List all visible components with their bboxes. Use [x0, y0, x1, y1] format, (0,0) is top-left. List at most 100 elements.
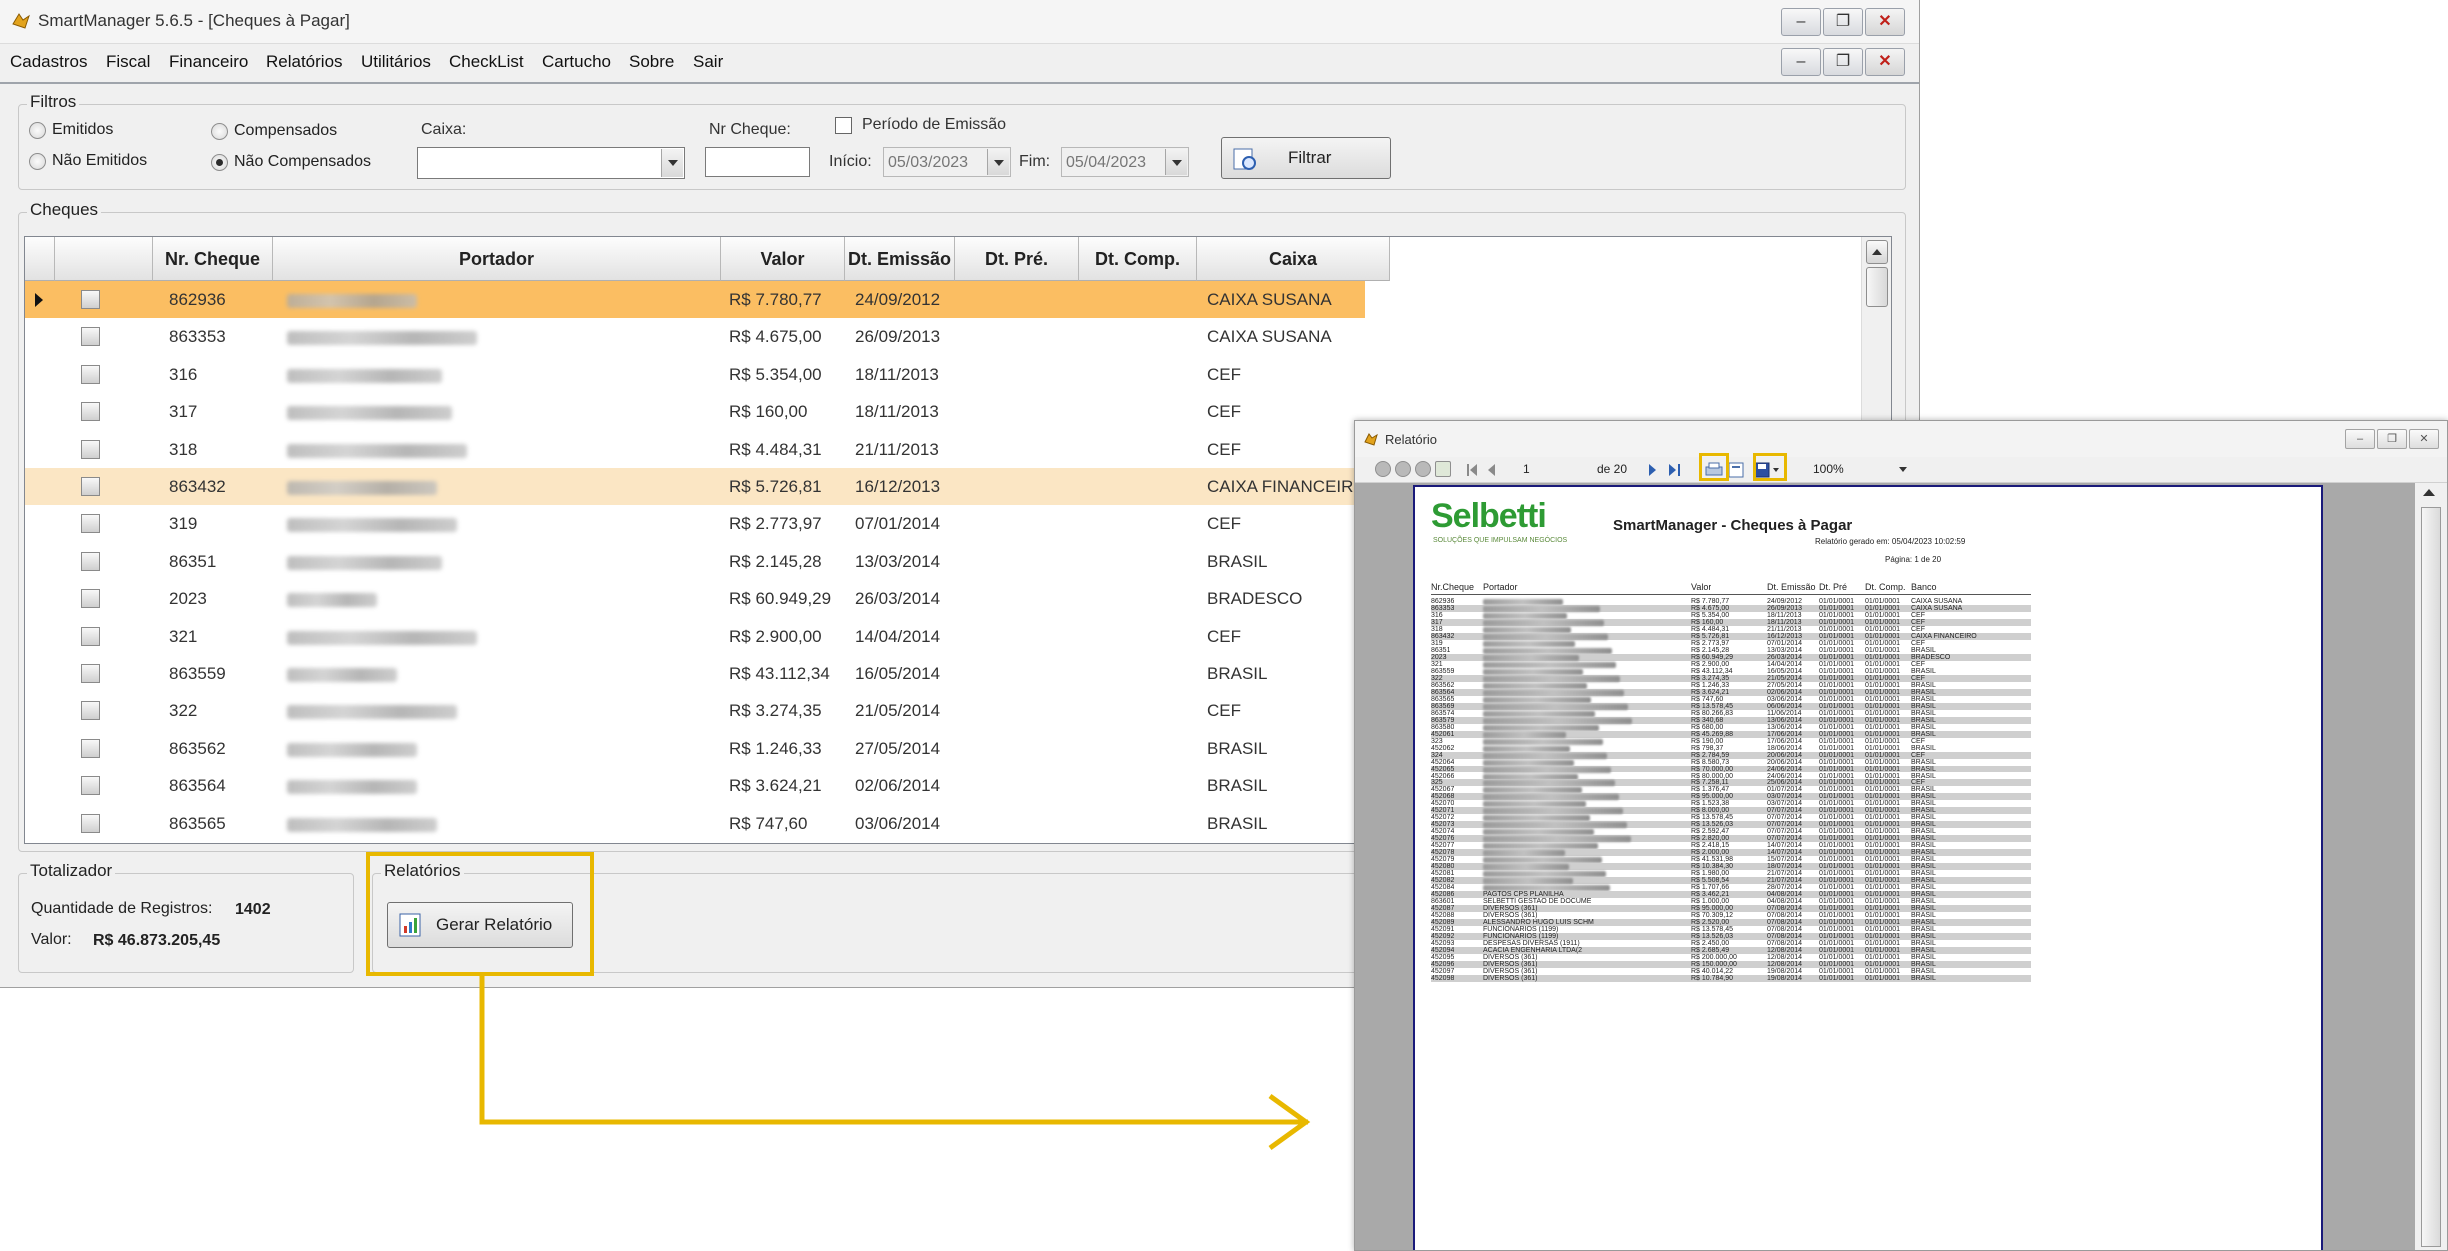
- table-row[interactable]: 86351 R$ 2.145,28 13/03/2014 BRASIL: [25, 543, 1365, 580]
- cell-valor: R$ 747,60: [729, 813, 808, 833]
- cell-valor: R$ 4.484,31: [729, 439, 822, 459]
- table-row[interactable]: 863562 R$ 1.246,33 27/05/2014 BRASIL: [25, 730, 1365, 767]
- table-row[interactable]: 863565 R$ 747,60 03/06/2014 BRASIL: [25, 805, 1365, 842]
- chevron-down-icon[interactable]: [661, 149, 683, 177]
- menu-fiscal[interactable]: Fiscal: [106, 52, 150, 72]
- chevron-down-icon[interactable]: [1165, 149, 1187, 175]
- table-row[interactable]: 322 R$ 3.274,35 21/05/2014 CEF: [25, 692, 1365, 729]
- minimize-button[interactable]: –: [1781, 8, 1821, 36]
- radio-compensados[interactable]: Compensados: [211, 122, 337, 140]
- scroll-thumb[interactable]: [1866, 267, 1888, 307]
- row-select-checkbox[interactable]: [81, 439, 100, 459]
- row-select-checkbox[interactable]: [81, 364, 100, 384]
- report-maximize-button[interactable]: ❐: [2377, 429, 2407, 449]
- table-row[interactable]: 319 R$ 2.773,97 07/01/2014 CEF: [25, 505, 1365, 542]
- nr-cheque-input[interactable]: [705, 147, 810, 177]
- report-minimize-button[interactable]: –: [2345, 429, 2375, 449]
- child-close-button[interactable]: ✕: [1865, 48, 1905, 76]
- row-select-checkbox[interactable]: [81, 738, 100, 758]
- column-header-caixa[interactable]: Caixa: [1197, 237, 1390, 281]
- column-header-portador[interactable]: Portador: [273, 237, 721, 281]
- row-select-checkbox[interactable]: [81, 290, 100, 309]
- report-cell-nr: 452061: [1431, 730, 1455, 738]
- scroll-thumb[interactable]: [2421, 507, 2441, 1247]
- row-select-checkbox[interactable]: [81, 514, 100, 534]
- page-setup-icon[interactable]: [1727, 461, 1747, 479]
- table-row[interactable]: 321 R$ 2.900,00 14/04/2014 CEF: [25, 618, 1365, 655]
- close-button[interactable]: ✕: [1865, 8, 1905, 36]
- caixa-select[interactable]: [417, 147, 685, 179]
- menu-utilitarios[interactable]: Utilitários: [361, 52, 431, 72]
- table-row[interactable]: 317 R$ 160,00 18/11/2013 CEF: [25, 393, 1365, 430]
- report-cell-pre: 01/01/0001: [1819, 807, 1855, 815]
- cell-dt-emissao: 14/04/2014: [855, 626, 941, 646]
- child-restore-button[interactable]: ❐: [1823, 48, 1863, 76]
- menu-cartucho[interactable]: Cartucho: [542, 52, 611, 72]
- row-select-checkbox[interactable]: [81, 813, 100, 833]
- inicio-date-picker[interactable]: 05/03/2023: [883, 147, 1011, 177]
- report-cell-comp: 01/01/0001: [1865, 849, 1901, 857]
- table-row[interactable]: 863432 R$ 5.726,81 16/12/2013 CAIXA FINANCE…: [25, 468, 1367, 506]
- row-select-checkbox[interactable]: [81, 327, 100, 347]
- forward-icon[interactable]: [1395, 461, 1411, 477]
- row-select-checkbox[interactable]: [81, 664, 100, 683]
- report-cell-valor: R$ 2.418,15: [1691, 842, 1730, 850]
- table-row[interactable]: 863559 R$ 43.112,34 16/05/2014 BRASIL: [25, 655, 1365, 692]
- table-row[interactable]: 316 R$ 5.354,00 18/11/2013 CEF: [25, 356, 1365, 393]
- column-header-dt-pre[interactable]: Dt. Pré.: [955, 237, 1079, 281]
- table-row[interactable]: 862936 R$ 7.780,77 24/09/2012 CAIXA SUSANA: [25, 281, 1365, 319]
- report-cell-comp: 01/01/0001: [1865, 737, 1901, 745]
- report-cell-nr: 452078: [1431, 849, 1455, 857]
- menu-sair[interactable]: Sair: [693, 52, 723, 72]
- row-select-checkbox[interactable]: [81, 589, 100, 609]
- column-header-dt-emissao[interactable]: Dt. Emissão: [845, 237, 955, 281]
- restore-button[interactable]: ❐: [1823, 8, 1863, 36]
- report-cell-valor: R$ 45.269,88: [1691, 730, 1734, 738]
- cell-nr-cheque: 863564: [169, 776, 226, 796]
- scroll-up-icon[interactable]: [1866, 240, 1888, 264]
- stop-icon[interactable]: [1415, 461, 1431, 477]
- menu-checklist[interactable]: CheckList: [449, 52, 524, 72]
- row-select-checkbox[interactable]: [81, 626, 100, 646]
- back-icon[interactable]: [1375, 461, 1391, 477]
- radio-nao-compensados[interactable]: Não Compensados: [211, 153, 371, 171]
- menu-financeiro[interactable]: Financeiro: [169, 52, 248, 72]
- refresh-icon[interactable]: [1435, 461, 1451, 477]
- chevron-down-icon[interactable]: [987, 149, 1009, 175]
- periodo-checkbox[interactable]: [835, 117, 852, 134]
- filtrar-button[interactable]: Filtrar: [1221, 137, 1391, 179]
- radio-nao-emitidos[interactable]: Não Emitidos: [29, 152, 147, 170]
- scroll-up-icon[interactable]: [2423, 489, 2435, 496]
- menu-cadastros[interactable]: Cadastros: [10, 52, 87, 72]
- page-input[interactable]: 1: [1523, 462, 1530, 476]
- table-row[interactable]: 863353 R$ 4.675,00 26/09/2013 CAIXA SUSANA: [25, 318, 1365, 355]
- radio-emitidos[interactable]: Emitidos: [29, 121, 113, 139]
- column-header-valor[interactable]: Valor: [721, 237, 845, 281]
- fim-date-picker[interactable]: 05/04/2023: [1061, 147, 1189, 177]
- report-vertical-scrollbar[interactable]: [2415, 483, 2447, 1250]
- report-cell-banco: BRASIL: [1911, 786, 1936, 794]
- next-page-icon[interactable]: [1647, 462, 1687, 478]
- report-cell-valor: R$ 2.685,49: [1691, 947, 1730, 954]
- report-cell-banco: BRASIL: [1911, 793, 1936, 801]
- table-row[interactable]: 863564 R$ 3.624,21 02/06/2014 BRASIL: [25, 767, 1365, 804]
- menu-relatorios[interactable]: Relatórios: [266, 52, 343, 72]
- child-minimize-button[interactable]: –: [1781, 48, 1821, 76]
- report-cell-banco: BRASIL: [1911, 688, 1936, 696]
- table-row[interactable]: 318 R$ 4.484,31 21/11/2013 CEF: [25, 431, 1365, 468]
- zoom-select[interactable]: 100%: [1813, 462, 1844, 476]
- row-select-checkbox[interactable]: [81, 477, 100, 496]
- menu-sobre[interactable]: Sobre: [629, 52, 674, 72]
- table-row[interactable]: 2023 R$ 60.949,29 26/03/2014 BRADESCO: [25, 580, 1365, 617]
- report-cell-pre: 01/01/0001: [1819, 863, 1855, 871]
- chevron-down-icon[interactable]: [1899, 467, 1907, 472]
- report-cell-comp: 01/01/0001: [1865, 765, 1901, 773]
- row-select-checkbox[interactable]: [81, 701, 100, 721]
- column-header-dt-comp[interactable]: Dt. Comp.: [1079, 237, 1197, 281]
- report-close-button[interactable]: ✕: [2409, 429, 2439, 449]
- cell-dt-emissao: 18/11/2013: [855, 364, 939, 384]
- row-select-checkbox[interactable]: [81, 551, 100, 571]
- row-select-checkbox[interactable]: [81, 776, 100, 796]
- row-select-checkbox[interactable]: [81, 402, 100, 422]
- column-header-nr-cheque[interactable]: Nr. Cheque: [153, 237, 273, 281]
